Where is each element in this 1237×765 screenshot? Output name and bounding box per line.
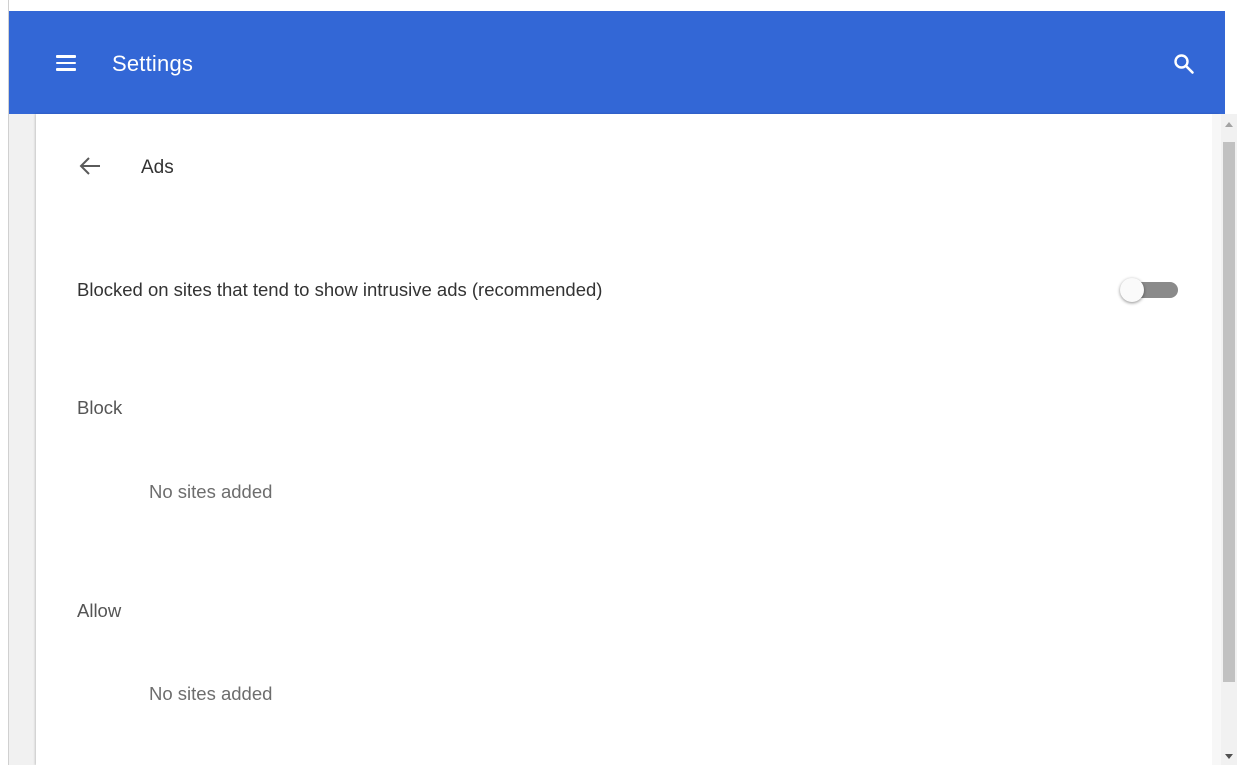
search-icon[interactable] — [1172, 52, 1196, 76]
scrollbar-thumb[interactable] — [1223, 142, 1235, 682]
page-gutter — [9, 114, 36, 765]
scroll-down-arrow-icon[interactable] — [1225, 754, 1233, 759]
arrow-back-icon[interactable] — [78, 154, 104, 178]
hamburger-menu-icon[interactable] — [56, 54, 76, 71]
settings-toolbar: Settings — [9, 11, 1225, 114]
page-gutter-right — [1212, 114, 1221, 765]
page-title: Settings — [112, 51, 194, 76]
settings-card — [36, 114, 1220, 765]
window-right-strip — [1225, 0, 1237, 114]
window-left-edge — [0, 0, 9, 765]
block-empty-text: No sites added — [149, 481, 273, 502]
intrusive-ads-toggle[interactable] — [1120, 278, 1178, 302]
allow-empty-text: No sites added — [149, 683, 273, 704]
allow-section-heading: Allow — [77, 600, 122, 621]
window-top-strip — [9, 0, 1225, 11]
subpage-title: Ads — [141, 157, 174, 178]
block-section-heading: Block — [77, 397, 123, 418]
scroll-up-arrow-icon[interactable] — [1225, 122, 1233, 127]
vertical-scrollbar[interactable] — [1221, 114, 1237, 765]
intrusive-ads-setting-label: Blocked on sites that tend to show intru… — [77, 279, 603, 300]
toggle-knob — [1120, 278, 1144, 302]
